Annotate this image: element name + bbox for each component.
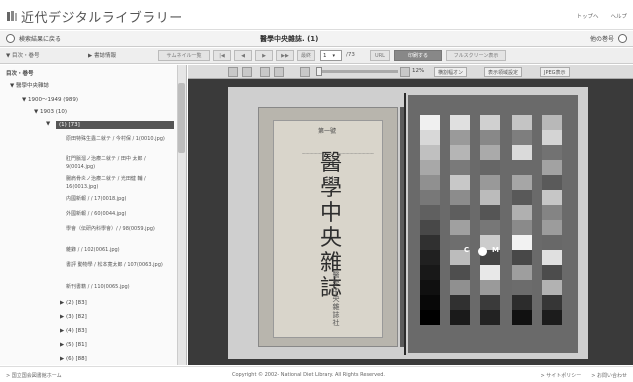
site-title: 近代デジタルライブラリー xyxy=(21,10,183,26)
url-button[interactable]: URL xyxy=(370,50,390,61)
back-to-results-button[interactable]: 検索結果に戻る xyxy=(6,34,61,43)
zoom-out-icon[interactable] xyxy=(260,67,270,77)
tree-volume-6[interactable]: ▶ (6) [88] xyxy=(60,356,87,362)
print-button[interactable]: 印刷する xyxy=(394,50,442,61)
toc-tree: 目次・巻号 ▼ 醫學中央雜誌 ▼ 1900〜1949 (989) ▼ 1903 … xyxy=(0,65,177,365)
page-fit-button[interactable]: 横割幅オン xyxy=(434,67,468,77)
sidebar-scrollbar[interactable] xyxy=(177,65,186,365)
last-page-button[interactable]: 最終 xyxy=(297,50,315,61)
color-strip-1 xyxy=(450,115,470,325)
list-item[interactable]: 外國新報 / / 60(0044.jpg) xyxy=(66,210,176,218)
list-item[interactable]: 書評 動物學 / 松本寛太郎 / 107(0063.jpg) xyxy=(66,261,176,269)
viewer-toolbar: 12% 横割幅オン 表示領域設定 JPEG表示 xyxy=(188,65,633,79)
cover-page: 第一號 〜〜〜〜〜〜〜〜〜〜〜〜〜〜〜〜〜〜 醫學中央雜誌 醫學中央雜誌社 xyxy=(273,120,383,338)
link-help[interactable]: ヘルプ xyxy=(610,12,627,20)
page-number-input[interactable]: 1 ▾ xyxy=(320,50,342,61)
calibration-letter-c: C xyxy=(464,246,470,254)
tree-volume-3[interactable]: ▶ (3) [82] xyxy=(60,314,87,320)
jpeg-view-button[interactable]: JPEG表示 xyxy=(540,67,570,77)
color-strip-4 xyxy=(542,115,562,325)
list-item[interactable]: 新刊書籍 / / 110(0065.jpg) xyxy=(66,283,176,291)
document-title: 醫學中央雜誌. (1) xyxy=(260,35,319,43)
other-volumes-label: 他の巻号 xyxy=(589,36,614,43)
tree-year[interactable]: ▼ 1903 (10) xyxy=(34,109,67,115)
main-toolbar: ▼ 目次・巻号 ▶ 書誌情報 サムネイル一覧 |◀ ◀ ▶ ▶▶ 最終 1 ▾ … xyxy=(0,48,633,64)
color-calibration-card: C M xyxy=(408,95,578,353)
top-header: 近代デジタルライブラリー トップへ ヘルプ xyxy=(0,0,633,30)
calibration-letter-m: M xyxy=(492,246,499,254)
rotate-left-icon[interactable] xyxy=(228,67,238,77)
tree-root[interactable]: ▼ 醫學中央雜誌 xyxy=(10,81,49,89)
thumbnail-list-button[interactable]: サムネイル一覧 xyxy=(158,50,210,61)
fullscreen-button[interactable]: フルスクリーン表示 xyxy=(446,50,506,61)
dropdown-icon: ▾ xyxy=(332,52,336,59)
tree-selected-volume[interactable]: (1) [73] xyxy=(56,121,174,129)
zoom-minus-icon[interactable] xyxy=(300,67,310,77)
back-arrow-icon xyxy=(6,34,15,43)
page-scan[interactable]: 第一號 〜〜〜〜〜〜〜〜〜〜〜〜〜〜〜〜〜〜 醫學中央雜誌 醫學中央雜誌社 C … xyxy=(228,87,588,359)
tab-bibliography[interactable]: ▶ 書誌情報 xyxy=(88,51,116,59)
tree-volume-4[interactable]: ▶ (4) [83] xyxy=(60,328,87,334)
toc-sidebar: 目次・巻号 ▼ 醫學中央雜誌 ▼ 1900〜1949 (989) ▼ 1903 … xyxy=(0,65,187,365)
next-page-button[interactable]: ▶ xyxy=(255,50,273,61)
list-item[interactable]: 學會（伝研內科學會）/ / 98(0059.jpg) xyxy=(66,225,176,233)
cover-issue: 第一號 xyxy=(318,128,337,135)
first-page-button[interactable]: |◀ xyxy=(213,50,231,61)
next-page-icon: ▶ xyxy=(262,52,266,59)
tree-volume-expand[interactable]: ▼ xyxy=(46,121,50,127)
calibration-dot-icon xyxy=(478,247,487,256)
grayscale-strip xyxy=(420,115,440,325)
zoom-in-icon[interactable] xyxy=(274,67,284,77)
display-area-button[interactable]: 表示領域設定 xyxy=(484,67,523,77)
cover-side-text: 〜〜〜〜〜〜〜〜〜〜〜〜〜〜〜〜〜〜 xyxy=(302,151,374,156)
site-policy-link[interactable]: > サイトポリシー xyxy=(540,372,581,379)
tree-range[interactable]: ▼ 1900〜1949 (989) xyxy=(22,95,78,103)
book-cover-scan: 第一號 〜〜〜〜〜〜〜〜〜〜〜〜〜〜〜〜〜〜 醫學中央雜誌 醫學中央雜誌社 xyxy=(258,107,398,347)
scan-ruler xyxy=(404,93,406,355)
toc-heading: 目次・巻号 xyxy=(6,71,34,77)
rotate-right-icon[interactable] xyxy=(242,67,252,77)
list-item[interactable]: 雜錄 / / 102(0061.jpg) xyxy=(66,246,176,254)
color-strip-3 xyxy=(512,115,532,325)
copyright: Copyright © 2002- National Diet Library.… xyxy=(232,372,385,378)
page-total: /73 xyxy=(346,52,355,58)
library-logo-icon xyxy=(6,10,18,22)
zoom-plus-icon[interactable] xyxy=(400,67,410,77)
prev-page-button[interactable]: ◀ xyxy=(234,50,252,61)
list-item[interactable]: 肛門脈溜ノ治療ニ就テ / 田中 太郎 / 9(0014.jpg) xyxy=(66,155,176,171)
forward-button[interactable]: ▶▶ xyxy=(276,50,294,61)
tab-toc[interactable]: ▼ 目次・巻号 xyxy=(6,51,40,59)
contact-link[interactable]: > お問い合わせ xyxy=(591,372,627,379)
back-label: 検索結果に戻る xyxy=(19,36,62,43)
ndl-home-link[interactable]: > 国立国会図書館ホーム xyxy=(6,372,62,379)
color-strip-2 xyxy=(480,115,500,325)
cover-publisher: 醫學中央雜誌社 xyxy=(332,271,340,327)
zoom-level: 12% xyxy=(412,68,425,74)
tree-volume-2[interactable]: ▶ (2) [83] xyxy=(60,300,87,306)
sidebar-scroll-thumb[interactable] xyxy=(178,83,185,153)
first-page-icon: |◀ xyxy=(219,52,225,59)
forward-icon: ▶▶ xyxy=(281,52,289,59)
prev-page-icon: ◀ xyxy=(241,52,245,59)
list-item[interactable]: 内國新報 / / 17(0018.jpg) xyxy=(66,195,176,203)
link-top[interactable]: トップへ xyxy=(576,12,598,20)
top-links: トップへ ヘルプ xyxy=(576,12,627,20)
tree-volume-5[interactable]: ▶ (5) [81] xyxy=(60,342,87,348)
title-bar: 検索結果に戻る 醫學中央雜誌. (1) 他の巻号 xyxy=(0,31,633,47)
page-footer: > 国立国会図書館ホーム Copyright © 2002- National … xyxy=(0,366,633,382)
list-item[interactable]: 原田特殊生蟲ニ就テ / 今村保 / 1(0010.jpg) xyxy=(66,135,176,143)
image-viewer: 12% 横割幅オン 表示領域設定 JPEG表示 第一號 〜〜〜〜〜〜〜〜〜〜〜〜… xyxy=(188,65,633,365)
next-arrow-icon xyxy=(618,34,627,43)
list-item[interactable]: 腸肩骨炎ノ治療ニ就テ / 光田健 輔 / 16(0013.jpg) xyxy=(66,175,176,191)
site-logo[interactable]: 近代デジタルライブラリー xyxy=(6,6,183,26)
other-volumes-button[interactable]: 他の巻号 xyxy=(590,34,627,43)
zoom-slider-handle[interactable] xyxy=(316,67,322,76)
footer-links: > サイトポリシー > お問い合わせ xyxy=(540,372,627,379)
zoom-slider[interactable] xyxy=(318,70,398,73)
